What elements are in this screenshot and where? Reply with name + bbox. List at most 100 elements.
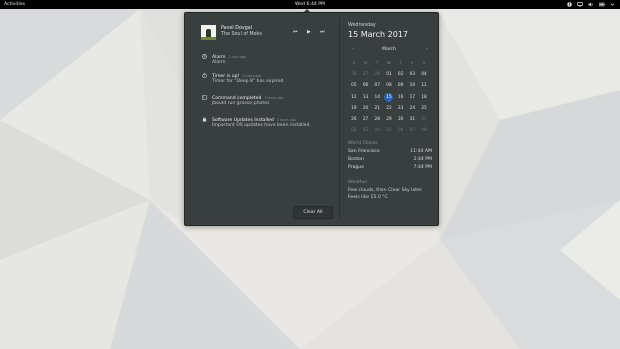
track-info: Pavel Dovgal The Soul of Moks — [221, 26, 262, 38]
calendar-day[interactable]: 03 — [407, 69, 419, 80]
system-tray[interactable] — [567, 0, 615, 9]
calendar-day-number: 05 — [386, 128, 392, 134]
calendar-day-number: 28 — [374, 116, 380, 122]
calendar-day-number: 16 — [397, 94, 404, 100]
calendar-day[interactable]: 29 — [383, 114, 395, 125]
calendar-day[interactable]: 22 — [383, 103, 395, 114]
calendar-day[interactable]: 12 — [348, 92, 360, 103]
world-clock-row: San Francisco 11:44 AM — [348, 149, 432, 155]
calendar-day[interactable]: 01 — [383, 69, 395, 80]
calendar-day[interactable]: 26 — [348, 114, 360, 125]
chevron-down-icon[interactable] — [610, 2, 615, 7]
calendar-day[interactable]: 08 — [418, 125, 430, 136]
notification-body: jbould run grasso-photos — [212, 101, 270, 106]
calendar-day-number: 11 — [421, 83, 427, 89]
calendar-day[interactable]: 20 — [360, 103, 372, 114]
calendar-day[interactable]: 31 — [407, 114, 419, 125]
calendar-day[interactable]: 27 — [360, 114, 372, 125]
notification-time: 2 hours ago — [242, 74, 262, 78]
notification-time: 2 hours ago — [264, 96, 284, 100]
media-player: Pavel Dovgal The Soul of Moks ⏮ ▶ ⏭ — [201, 25, 331, 41]
calendar-day[interactable]: 28 — [371, 114, 383, 125]
calendar-day[interactable]: 26 — [348, 69, 360, 80]
calendar-day[interactable]: 05 — [383, 125, 395, 136]
calendar-day[interactable]: 23 — [395, 103, 407, 114]
world-clock-time: 11:44 AM — [410, 149, 432, 154]
calendar-day-number: 25 — [421, 105, 427, 111]
terminal-icon — [202, 95, 207, 100]
activities-button[interactable]: Activities — [4, 0, 25, 9]
calendar-day[interactable]: 07 — [407, 125, 419, 136]
play-icon[interactable]: ▶ — [307, 29, 311, 35]
calendar-day[interactable]: 10 — [407, 80, 419, 91]
calendar-day[interactable]: 02 — [395, 69, 407, 80]
calendar-day[interactable]: 02 — [348, 125, 360, 136]
weather-feels-like: Feels like 15.0 °C — [348, 195, 388, 200]
calendar-day[interactable]: 16 — [395, 92, 407, 103]
calendar-panel: Wednesday 15 March 2017 ‹ March › S M T … — [340, 13, 438, 225]
calendar-day[interactable]: 11 — [418, 80, 430, 91]
calendar-day[interactable]: 19 — [348, 103, 360, 114]
calendar-day-number: 29 — [386, 116, 392, 122]
calendar-day[interactable]: 05 — [348, 80, 360, 91]
calendar-day-number: 05 — [351, 83, 357, 89]
calendar-day[interactable]: 30 — [395, 114, 407, 125]
calendar-week-row: 19 20 21 22 23 24 25 — [348, 103, 430, 114]
calendar-day[interactable]: 18 — [418, 92, 430, 103]
weekday-header: S — [352, 61, 355, 65]
calendar-day-number: 27 — [362, 116, 369, 122]
calendar-day-number: 10 — [409, 83, 416, 89]
calendar-day[interactable]: 24 — [407, 103, 419, 114]
calendar-day-number: 19 — [351, 105, 357, 111]
accessibility-icon[interactable] — [567, 2, 572, 7]
calendar-day-number: 07 — [409, 128, 416, 134]
calendar-day[interactable]: 01 — [418, 114, 430, 125]
calendar-day[interactable]: 28 — [371, 69, 383, 80]
world-clock-city: Boston — [348, 157, 364, 162]
calendar-day[interactable]: 03 — [360, 125, 372, 136]
calendar-day[interactable]: 21 — [371, 103, 383, 114]
calendar-day[interactable]: 04 — [418, 69, 430, 80]
world-clock-row: Boston 2:44 PM — [348, 157, 432, 163]
weekday-header: F — [411, 61, 414, 65]
notification-time: 1 hour ago — [228, 55, 246, 59]
calendar-day[interactable]: 06 — [360, 80, 372, 91]
weekday-header: T — [376, 61, 379, 65]
previous-track-icon[interactable]: ⏮ — [293, 29, 298, 35]
calendar-day-number: 03 — [362, 128, 369, 134]
timer-icon — [202, 73, 207, 78]
weather-title[interactable]: Weather — [348, 180, 367, 185]
calendar-day[interactable]: 08 — [383, 80, 395, 91]
calendar-day-number: 15 — [384, 92, 394, 102]
calendar-day[interactable]: 09 — [395, 80, 407, 91]
calendar-day-number: 01 — [421, 116, 427, 122]
battery-icon — [599, 2, 605, 7]
calendar-grid: S M T W T F S 26 27 28 01 02 03 04 05 06 07 08 09 10… — [348, 58, 430, 136]
notification-list: Pavel Dovgal The Soul of Moks ⏮ ▶ ⏭ Alar… — [185, 13, 339, 225]
calendar-day-number: 06 — [397, 128, 404, 134]
calendar-day-number: 20 — [362, 105, 369, 111]
next-track-icon[interactable]: ⏭ — [320, 29, 325, 35]
calendar-day[interactable]: 07 — [371, 80, 383, 91]
clear-all-button[interactable]: Clear All — [293, 206, 333, 219]
calendar-day-number: 14 — [374, 94, 380, 100]
clock-button[interactable]: Wed 6:44 PM — [295, 0, 325, 9]
calendar-day-number: 02 — [351, 128, 357, 134]
weather-summary: Few clouds, then Clear Sky later. — [348, 188, 423, 193]
calendar-day[interactable]: 04 — [371, 125, 383, 136]
next-month-icon[interactable]: › — [426, 47, 428, 52]
notification-body: Timer for "Deep 8" has expired. — [212, 79, 285, 84]
calendar-day-number: 23 — [397, 105, 404, 111]
calendar-day-number: 31 — [409, 116, 416, 122]
weekday-header: S — [422, 61, 426, 65]
calendar-day-number: 12 — [351, 94, 357, 100]
calendar-day-today[interactable]: 15 — [383, 92, 395, 103]
calendar-day[interactable]: 06 — [395, 125, 407, 136]
calendar-day[interactable]: 13 — [360, 92, 372, 103]
calendar-day[interactable]: 17 — [407, 92, 419, 103]
calendar-day[interactable]: 27 — [360, 69, 372, 80]
calendar-day[interactable]: 25 — [418, 103, 430, 114]
calendar-day[interactable]: 14 — [371, 92, 383, 103]
calendar-day-number: 07 — [374, 83, 380, 89]
world-clocks-title[interactable]: World Clocks — [348, 141, 378, 146]
